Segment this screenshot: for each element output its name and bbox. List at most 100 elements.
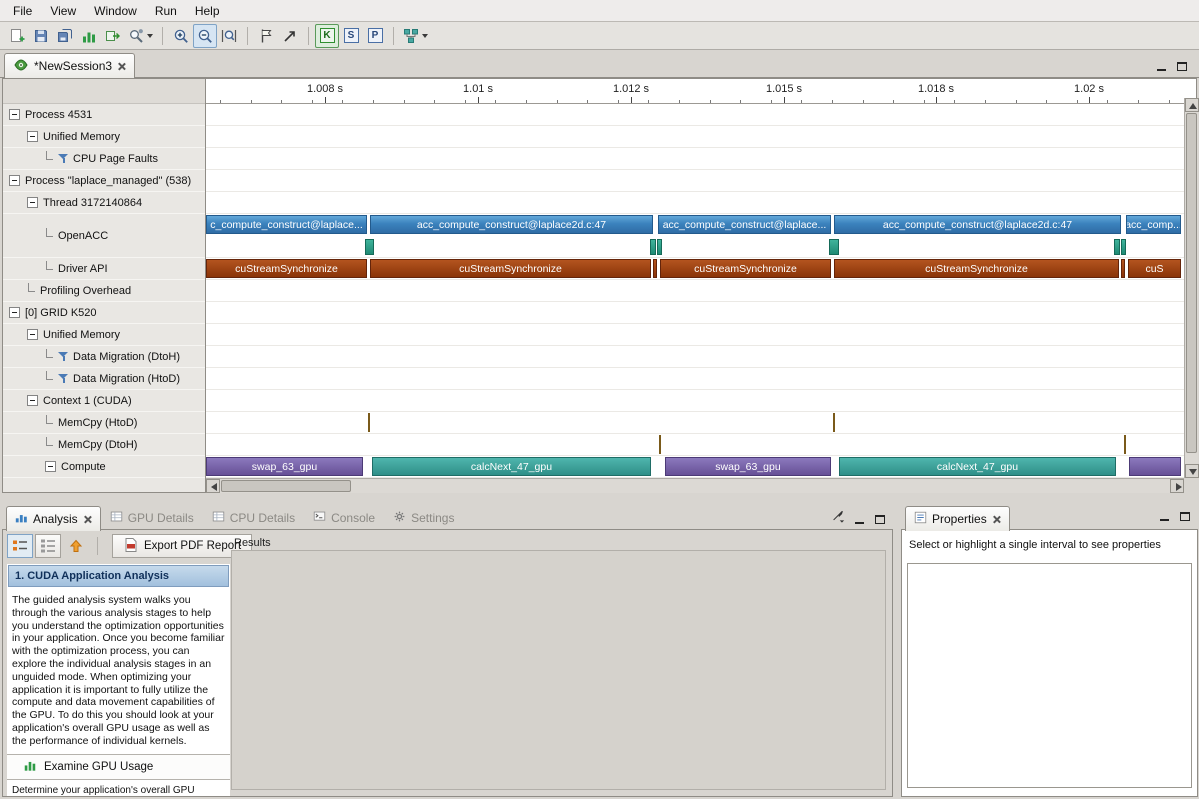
marker-flag-icon[interactable] bbox=[254, 24, 278, 48]
tree-row-thread-3172140864[interactable]: Thread 3172140864 bbox=[3, 192, 205, 214]
save-icon[interactable] bbox=[29, 24, 53, 48]
collapse-minus-icon[interactable] bbox=[27, 197, 38, 208]
tree-row-cpu-page-faults[interactable]: CPU Page Faults bbox=[3, 148, 205, 170]
openacc-bar[interactable]: acc_comp... bbox=[1126, 215, 1181, 234]
driver-bar[interactable]: cuStreamSynchronize bbox=[660, 259, 831, 278]
kernel-toggle-icon[interactable]: K bbox=[315, 24, 339, 48]
maximize-button[interactable] bbox=[1175, 59, 1189, 71]
menu-window[interactable]: Window bbox=[85, 1, 146, 21]
menu-help[interactable]: Help bbox=[186, 1, 229, 21]
collapse-minus-icon[interactable] bbox=[45, 461, 56, 472]
vertical-scrollbar[interactable] bbox=[1184, 98, 1198, 478]
openacc-bar[interactable]: acc_compute_construct@laplace2d.c:47 bbox=[834, 215, 1121, 234]
collapse-minus-icon[interactable] bbox=[9, 109, 20, 120]
scroll-down-icon[interactable] bbox=[1185, 464, 1199, 478]
memcpy-mark[interactable] bbox=[368, 413, 370, 432]
tab-gpu-details[interactable]: GPU Details bbox=[101, 505, 203, 530]
memcpy-mark[interactable] bbox=[833, 413, 835, 432]
tree-row-context-1-cuda[interactable]: Context 1 (CUDA) bbox=[3, 390, 205, 412]
wait-bar[interactable] bbox=[657, 239, 662, 255]
collapse-minus-icon[interactable] bbox=[27, 131, 38, 142]
tree-row-openacc[interactable]: OpenACC bbox=[3, 214, 205, 258]
scroll-right-icon[interactable] bbox=[1170, 479, 1184, 493]
horizontal-scrollbar[interactable] bbox=[206, 478, 1184, 493]
collapse-minus-icon[interactable] bbox=[9, 307, 20, 318]
kernel-purple-bar[interactable]: swap_63_gpu bbox=[206, 457, 363, 476]
examine-gpu-usage-button[interactable]: Examine GPU Usage bbox=[7, 754, 230, 780]
memcpy-mark[interactable] bbox=[1124, 435, 1126, 454]
close-icon[interactable] bbox=[117, 62, 126, 71]
menu-file[interactable]: File bbox=[4, 1, 41, 21]
memcpy-mark[interactable] bbox=[659, 435, 661, 454]
collapse-minus-icon[interactable] bbox=[9, 175, 20, 186]
stream-toggle-icon[interactable]: S bbox=[339, 24, 363, 48]
menu-run[interactable]: Run bbox=[146, 1, 186, 21]
wait-bar[interactable] bbox=[365, 239, 374, 255]
kernel-teal-bar[interactable]: calcNext_47_gpu bbox=[372, 457, 651, 476]
collapse-minus-icon[interactable] bbox=[27, 395, 38, 406]
minimize-button[interactable] bbox=[1157, 509, 1171, 521]
tree-row-process-laplace-managed-538[interactable]: Process "laplace_managed" (538) bbox=[3, 170, 205, 192]
driver-bar[interactable]: cuS bbox=[1128, 259, 1181, 278]
tab-console[interactable]: Console bbox=[304, 505, 384, 530]
wait-bar[interactable] bbox=[1114, 239, 1120, 255]
openacc-bar[interactable]: c_compute_construct@laplace... bbox=[206, 215, 367, 234]
tree-row-driver-api[interactable]: Driver API bbox=[3, 258, 205, 280]
filter-funnel-icon[interactable] bbox=[58, 351, 69, 362]
wait-bar[interactable] bbox=[650, 239, 656, 255]
collapse-minus-icon[interactable] bbox=[27, 329, 38, 340]
unguided-analysis-view-button[interactable] bbox=[35, 534, 61, 558]
tab-newsession3[interactable]: *NewSession3 bbox=[4, 53, 135, 78]
openacc-bar[interactable]: acc_compute_construct@laplace2d.c:47 bbox=[370, 215, 653, 234]
tree-row-memcpy-dtoh[interactable]: MemCpy (DtoH) bbox=[3, 434, 205, 456]
tree-row-0-grid-k520[interactable]: [0] GRID K520 bbox=[3, 302, 205, 324]
analysis-tree-icon[interactable] bbox=[400, 24, 431, 48]
tree-row-unified-memory[interactable]: Unified Memory bbox=[3, 324, 205, 346]
driver-bar[interactable]: cuStreamSynchronize bbox=[370, 259, 651, 278]
filter-funnel-icon[interactable] bbox=[58, 373, 69, 384]
maximize-button[interactable] bbox=[1178, 509, 1192, 521]
scroll-left-icon[interactable] bbox=[206, 479, 220, 493]
tab-cpu-details[interactable]: CPU Details bbox=[203, 505, 304, 530]
kernel-purple-bar[interactable] bbox=[1129, 457, 1181, 476]
guided-analysis-view-button[interactable] bbox=[7, 534, 33, 558]
maximize-button[interactable] bbox=[873, 512, 887, 524]
kernel-purple-bar[interactable]: swap_63_gpu bbox=[665, 457, 831, 476]
zoom-in-icon[interactable] bbox=[169, 24, 193, 48]
tab-properties[interactable]: Properties bbox=[905, 506, 1010, 531]
marker-arrow-icon[interactable] bbox=[278, 24, 302, 48]
new-session-icon[interactable] bbox=[5, 24, 29, 48]
minimize-button[interactable] bbox=[1154, 59, 1168, 71]
tree-row-memcpy-htod[interactable]: MemCpy (HtoD) bbox=[3, 412, 205, 434]
tree-row-compute[interactable]: Compute bbox=[3, 456, 205, 478]
wait-bar[interactable] bbox=[1121, 239, 1126, 255]
timeline-body[interactable]: c_compute_construct@laplace...acc_comput… bbox=[206, 104, 1184, 478]
driver-bar[interactable] bbox=[1121, 259, 1125, 278]
driver-bar[interactable] bbox=[653, 259, 657, 278]
tree-row-profiling-overhead[interactable]: Profiling Overhead bbox=[3, 280, 205, 302]
settings-magnifier-icon[interactable] bbox=[125, 24, 156, 48]
openacc-bar[interactable]: acc_compute_construct@laplace... bbox=[658, 215, 831, 234]
tree-row-unified-memory[interactable]: Unified Memory bbox=[3, 126, 205, 148]
zoom-out-icon[interactable] bbox=[193, 24, 217, 48]
tab-analysis[interactable]: Analysis bbox=[6, 506, 101, 531]
tree-row-data-migration-dtoh[interactable]: Data Migration (DtoH) bbox=[3, 346, 205, 368]
close-icon[interactable] bbox=[992, 515, 1001, 524]
vertical-scroll-thumb[interactable] bbox=[1186, 113, 1197, 453]
kernel-teal-bar[interactable]: calcNext_47_gpu bbox=[839, 457, 1116, 476]
zoom-fit-icon[interactable] bbox=[217, 24, 241, 48]
minimize-button[interactable] bbox=[852, 512, 866, 524]
save-all-icon[interactable] bbox=[53, 24, 77, 48]
tree-row-data-migration-htod[interactable]: Data Migration (HtoD) bbox=[3, 368, 205, 390]
filter-funnel-icon[interactable] bbox=[58, 153, 69, 164]
driver-bar[interactable]: cuStreamSynchronize bbox=[834, 259, 1119, 278]
close-icon[interactable] bbox=[83, 515, 92, 524]
wait-bar[interactable] bbox=[829, 239, 839, 255]
view-menu-icon[interactable] bbox=[831, 509, 845, 526]
menu-view[interactable]: View bbox=[41, 1, 85, 21]
export-data-icon[interactable] bbox=[101, 24, 125, 48]
horizontal-scroll-thumb[interactable] bbox=[221, 480, 351, 492]
tab-settings[interactable]: Settings bbox=[384, 505, 463, 530]
tree-row-process-4531[interactable]: Process 4531 bbox=[3, 104, 205, 126]
driver-bar[interactable]: cuStreamSynchronize bbox=[206, 259, 367, 278]
